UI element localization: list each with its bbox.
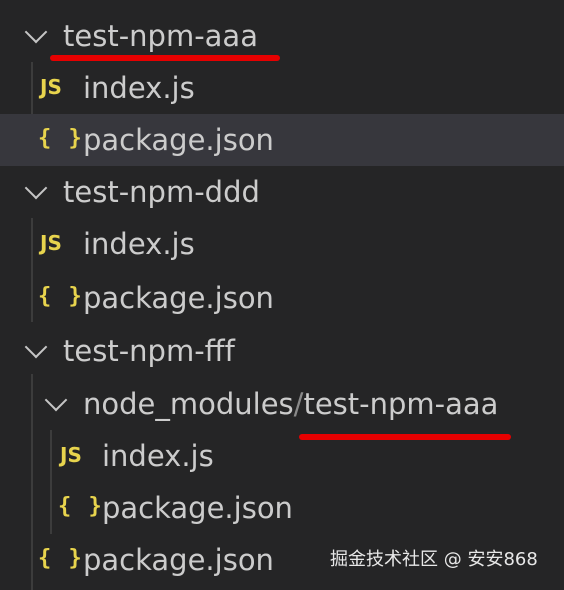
file-row-package-json[interactable]: { } package.json [0, 482, 564, 534]
folder-label: test-npm-aaa [63, 19, 258, 53]
json-file-icon: { } [58, 494, 104, 519]
file-label: index.js [102, 439, 214, 473]
javascript-file-icon: JS [40, 75, 62, 99]
javascript-file-icon: JS [40, 231, 62, 255]
json-file-icon: { } [38, 126, 84, 151]
file-explorer: test-npm-aaa JS index.js { } package.jso… [0, 0, 564, 590]
json-file-icon: { } [38, 284, 84, 309]
file-row-index-js[interactable]: JS index.js [0, 62, 564, 114]
chevron-down-icon [24, 335, 48, 359]
javascript-file-icon: JS [60, 443, 82, 467]
file-label: package.json [83, 543, 274, 577]
file-row-package-json[interactable]: { } package.json [0, 114, 564, 166]
annotation-underline [50, 55, 280, 61]
file-label: index.js [83, 71, 195, 105]
folder-label: test-npm-fff [63, 334, 235, 368]
file-row-index-js[interactable]: JS index.js [0, 218, 564, 270]
folder-label: test-npm-ddd [63, 175, 260, 209]
file-row-index-js[interactable]: JS index.js [0, 430, 564, 482]
file-label: package.json [102, 491, 293, 525]
compact-folder-label: node_modules/test-npm-aaa [83, 387, 498, 421]
json-file-icon: { } [38, 546, 84, 571]
folder-row-node-modules[interactable]: node_modules/test-npm-aaa [0, 378, 564, 430]
folder-row-test-npm-fff[interactable]: test-npm-fff [0, 325, 564, 377]
file-row-package-json[interactable]: { } package.json [0, 272, 564, 324]
watermark-text: 掘金技术社区 @ 安安868 [330, 549, 538, 570]
file-label: package.json [83, 281, 274, 315]
folder-segment-node-modules[interactable]: node_modules [83, 387, 294, 421]
chevron-down-icon [44, 388, 68, 412]
chevron-down-icon [24, 176, 48, 200]
file-label: package.json [83, 123, 274, 157]
folder-row-test-npm-ddd[interactable]: test-npm-ddd [0, 166, 564, 218]
path-separator: / [293, 387, 304, 421]
folder-segment-test-npm-aaa[interactable]: test-npm-aaa [303, 387, 498, 421]
file-label: index.js [83, 227, 195, 261]
chevron-down-icon [24, 20, 48, 44]
